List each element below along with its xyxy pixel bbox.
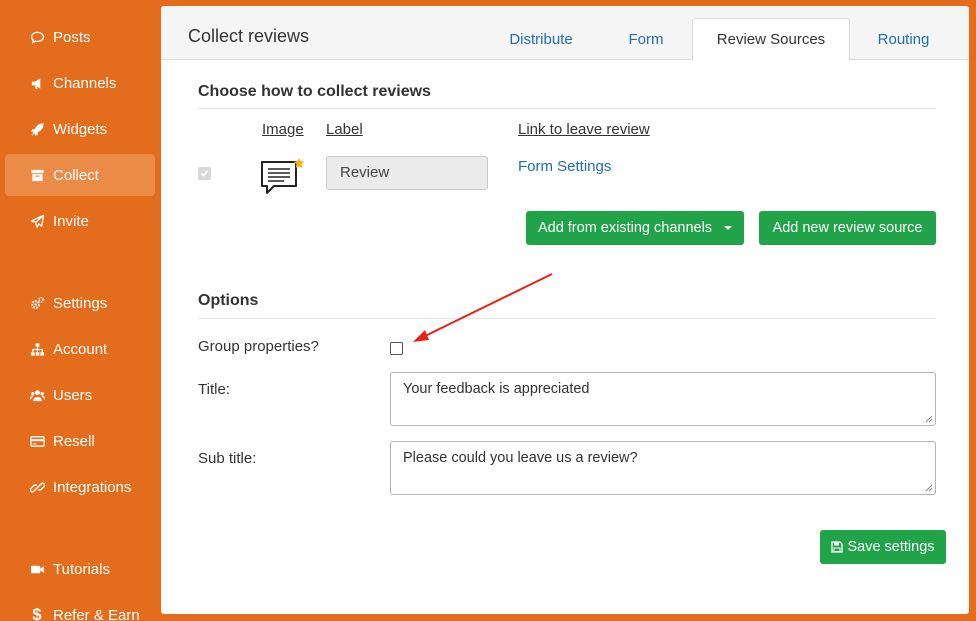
add-existing-label: Add from existing channels xyxy=(537,220,713,236)
sidebar-item-label: Invite xyxy=(53,212,89,230)
column-header-label[interactable]: Label xyxy=(326,121,363,138)
sidebar-item-label: Widgets xyxy=(53,120,108,138)
divider xyxy=(198,108,936,109)
sidebar-item-label: Settings xyxy=(53,294,108,312)
tab-review-sources[interactable]: Review Sources xyxy=(692,18,850,61)
title-textarea[interactable]: Your feedback is appreciated xyxy=(390,372,936,426)
title-label: Title: xyxy=(198,381,230,398)
sources-heading: Choose how to collect reviews xyxy=(198,83,431,100)
source-enabled-checkbox xyxy=(198,167,211,180)
gears-icon xyxy=(29,295,45,311)
divider xyxy=(198,318,936,319)
video-camera-icon xyxy=(29,561,45,577)
paper-plane-icon xyxy=(29,213,45,229)
add-new-review-source-button[interactable]: Add new review source xyxy=(759,211,936,245)
subtitle-value: Please could you leave us a review? xyxy=(403,450,638,466)
comment-icon xyxy=(29,29,45,45)
sidebar-item-resell[interactable]: Resell xyxy=(5,420,155,462)
collect-reviews-panel: Collect reviews Distribute Form Review S… xyxy=(161,6,969,614)
sidebar-item-account[interactable]: Account xyxy=(5,328,155,370)
options-heading: Options xyxy=(198,292,259,309)
save-settings-button[interactable]: Save settings xyxy=(820,530,946,564)
rocket-icon xyxy=(29,121,45,137)
tab-form[interactable]: Form xyxy=(601,18,691,61)
tab-routing[interactable]: Routing xyxy=(855,18,952,61)
page-title: Collect reviews xyxy=(188,26,310,46)
column-header-link[interactable]: Link to leave review xyxy=(518,121,650,138)
sidebar-item-label: Refer & Earn xyxy=(53,606,140,621)
sidebar-item-label: Integrations xyxy=(53,478,132,496)
caret-down-icon xyxy=(724,226,733,230)
sidebar-item-widgets[interactable]: Widgets xyxy=(5,108,155,150)
checkmark-icon xyxy=(200,170,209,177)
sitemap-icon xyxy=(29,341,45,357)
group-properties-label: Group properties? xyxy=(198,338,319,355)
sidebar-item-label: Channels xyxy=(53,74,117,92)
sidebar-item-users[interactable]: Users xyxy=(5,374,155,416)
sidebar-item-refer-earn[interactable]: $ Refer & Earn xyxy=(5,594,155,621)
floppy-disk-icon xyxy=(831,541,844,553)
sidebar-item-settings[interactable]: Settings xyxy=(5,282,155,324)
archive-icon xyxy=(29,167,45,183)
review-speech-bubble-icon xyxy=(261,158,305,194)
sidebar-item-label: Posts xyxy=(53,28,91,46)
column-header-image[interactable]: Image xyxy=(262,121,304,138)
title-value: Your feedback is appreciated xyxy=(403,381,590,397)
form-settings-link[interactable]: Form Settings xyxy=(518,158,611,175)
sidebar: Posts Channels Widgets Collect Invite Se… xyxy=(0,0,155,621)
add-from-existing-channels-button[interactable]: Add from existing channels xyxy=(526,211,744,245)
sidebar-item-label: Resell xyxy=(53,432,95,450)
sidebar-item-label: Account xyxy=(53,340,108,358)
subtitle-label: Sub title: xyxy=(198,450,257,467)
sidebar-item-label: Collect xyxy=(53,166,99,184)
group-properties-checkbox[interactable] xyxy=(390,342,403,355)
sidebar-item-label: Tutorials xyxy=(53,560,110,578)
tab-distribute[interactable]: Distribute xyxy=(491,18,591,61)
sidebar-item-collect[interactable]: Collect xyxy=(5,154,155,196)
link-icon xyxy=(29,479,45,495)
sidebar-item-channels[interactable]: Channels xyxy=(5,62,155,104)
source-label-field[interactable]: Review xyxy=(326,156,488,190)
sidebar-item-integrations[interactable]: Integrations xyxy=(5,466,155,508)
save-label: Save settings xyxy=(847,539,935,555)
sidebar-item-posts[interactable]: Posts xyxy=(5,16,155,58)
sidebar-item-invite[interactable]: Invite xyxy=(5,200,155,242)
credit-card-icon xyxy=(29,433,45,449)
resize-handle-icon[interactable] xyxy=(925,484,933,492)
resize-handle-icon[interactable] xyxy=(925,415,933,423)
sidebar-item-tutorials[interactable]: Tutorials xyxy=(5,548,155,590)
subtitle-textarea[interactable]: Please could you leave us a review? xyxy=(390,441,936,495)
sidebar-item-label: Users xyxy=(53,386,93,404)
dollar-icon: $ xyxy=(32,605,42,621)
panel-header: Collect reviews Distribute Form Review S… xyxy=(161,6,969,61)
users-icon xyxy=(29,387,45,403)
megaphone-icon xyxy=(29,75,45,91)
